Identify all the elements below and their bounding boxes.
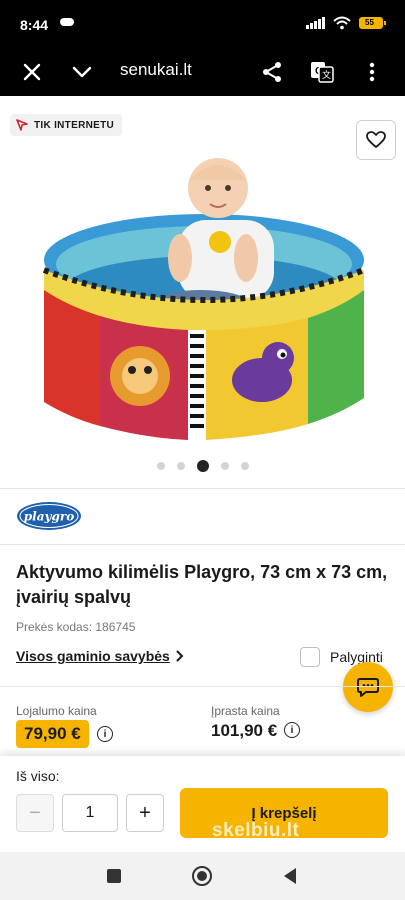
chevron-right-icon (176, 650, 184, 662)
share-icon[interactable] (256, 56, 288, 88)
battery-icon: 55 (359, 17, 386, 29)
regular-info-icon[interactable]: i (284, 722, 300, 738)
signal-icon (306, 17, 325, 29)
url-text[interactable]: senukai.lt (120, 60, 192, 80)
carousel-dot[interactable] (220, 462, 229, 470)
carousel-dot[interactable] (156, 462, 165, 470)
chat-button[interactable] (343, 662, 393, 712)
cursor-icon (16, 119, 28, 131)
divider (0, 488, 405, 489)
brand-logo[interactable]: playgro (16, 501, 82, 531)
recent-apps-icon[interactable] (102, 864, 126, 888)
product-code: Prekės kodas: 186745 (16, 620, 136, 634)
product-image[interactable] (40, 140, 368, 448)
loyalty-price-label: Lojalumo kaina (16, 704, 97, 718)
compare-checkbox[interactable] (300, 647, 320, 667)
carousel-dot[interactable] (240, 462, 249, 470)
translate-icon[interactable]: G 文 (306, 56, 338, 88)
cloud-icon (60, 18, 74, 26)
svg-text:文: 文 (322, 69, 331, 81)
home-icon[interactable] (190, 864, 214, 888)
system-nav-bar (0, 852, 405, 900)
status-time: 8:44 (20, 17, 49, 33)
chevron-down-icon[interactable] (66, 56, 98, 88)
browser-toolbar: senukai.lt G 文 (0, 48, 405, 96)
more-menu-icon[interactable] (356, 56, 388, 88)
quantity-decrease-button[interactable]: − (16, 794, 54, 832)
loyalty-price: 79,90 € (16, 720, 89, 748)
brand-name: playgro (24, 510, 74, 524)
total-label: Iš viso: (16, 768, 60, 784)
heart-icon (366, 131, 386, 148)
divider (0, 544, 405, 545)
quantity-input[interactable]: 1 (62, 794, 118, 832)
chat-icon (357, 678, 379, 697)
watermark: skelbiu.lt (212, 820, 300, 841)
regular-price-label: Įprasta kaina (211, 704, 280, 718)
close-icon[interactable] (16, 56, 48, 88)
status-bar: 8:44 55 (0, 0, 405, 48)
regular-price: 101,90 € (211, 721, 278, 740)
wifi-icon (333, 16, 351, 30)
purchase-panel: Iš viso: − 1 + Į krepšelį skelbiu.lt (0, 756, 405, 852)
all-properties-link[interactable]: Visos gaminio savybės (16, 648, 184, 664)
carousel-dot[interactable] (176, 462, 185, 470)
back-icon[interactable] (278, 864, 302, 888)
all-properties-label: Visos gaminio savybės (16, 648, 170, 664)
image-carousel-dots (0, 460, 405, 472)
carousel-dot-active[interactable] (196, 460, 209, 472)
loyalty-info-icon[interactable]: i (97, 726, 113, 742)
badge-label: TIK INTERNETU (34, 119, 115, 131)
divider (0, 686, 405, 687)
online-only-badge: TIK INTERNETU (10, 114, 123, 136)
battery-level: 55 (365, 18, 374, 27)
quantity-increase-button[interactable]: + (126, 794, 164, 832)
product-title: Aktyvumo kilimėlis Playgro, 73 cm x 73 c… (16, 562, 388, 607)
